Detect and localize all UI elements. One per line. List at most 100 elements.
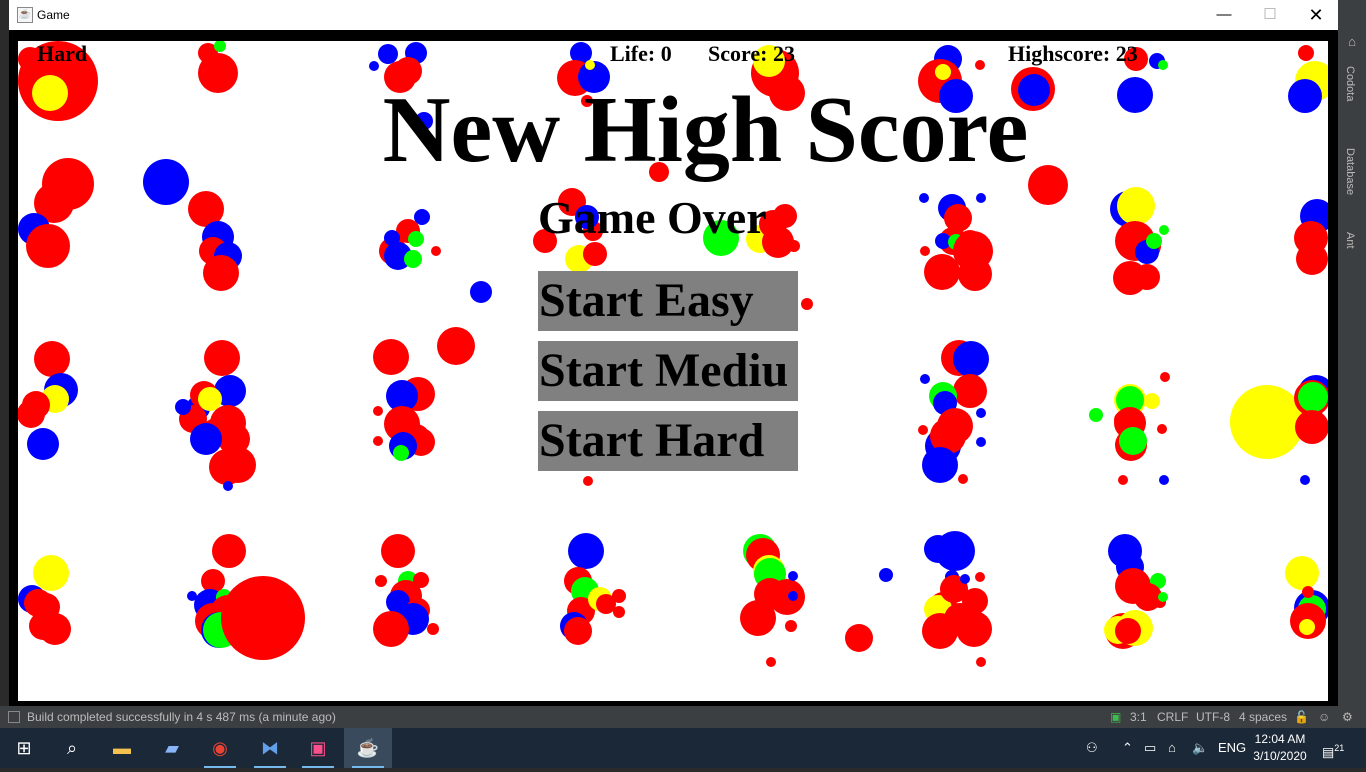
battery-icon[interactable]: ▭ (1144, 728, 1156, 768)
bubble (976, 657, 986, 667)
language-indicator[interactable]: ENG (1218, 728, 1246, 768)
network-icon[interactable]: ⌂ (1168, 728, 1176, 768)
bubble (33, 555, 69, 591)
bubble (976, 437, 986, 447)
terminal-icon[interactable]: ▣ (1110, 710, 1121, 724)
start-medium-label: Start Mediu (539, 344, 789, 397)
bubble (414, 209, 430, 225)
build-status-message[interactable]: Build completed successfully in 4 s 487 … (27, 710, 336, 724)
bubble (1089, 408, 1103, 422)
bubble (1296, 243, 1328, 275)
bubble (953, 231, 993, 271)
search-icon[interactable]: ⌕ (48, 728, 96, 768)
file-encoding[interactable]: UTF-8 (1196, 710, 1230, 724)
bubble (922, 613, 958, 649)
bubble (975, 572, 985, 582)
intellij-icon[interactable]: ▣ (294, 728, 342, 768)
difficulty-label: Hard (37, 41, 88, 66)
bubble (773, 204, 797, 228)
bubble (1117, 187, 1155, 225)
start-easy-label: Start Easy (539, 274, 754, 327)
file-explorer-icon[interactable]: ▬ (98, 728, 146, 768)
bubble (27, 428, 59, 460)
bubble (785, 620, 797, 632)
bubble (190, 423, 222, 455)
bubble (404, 250, 422, 268)
bubble (1298, 382, 1328, 412)
bubble (920, 374, 930, 384)
close-button[interactable]: ✕ (1293, 0, 1339, 30)
start-hard-button[interactable]: Start Hard (538, 411, 798, 471)
chrome-icon[interactable]: ◉ (196, 728, 244, 768)
bubble (769, 579, 805, 615)
show-hidden-icons-chevron[interactable]: ⌃ (1122, 728, 1133, 768)
bubble (1144, 393, 1160, 409)
start-hard-label: Start Hard (539, 414, 765, 467)
desktop-app-icon[interactable]: ▰ (148, 728, 196, 768)
bubble (766, 657, 776, 667)
window-titlebar[interactable]: ☕ Game — ☐ ✕ (9, 0, 1338, 30)
bubble (612, 589, 626, 603)
vscode-icon[interactable]: ⧓ (246, 728, 294, 768)
bubble (920, 246, 930, 256)
window-title: Game (37, 8, 70, 22)
windows-start-icon[interactable]: ⊞ (0, 728, 48, 768)
tab-database[interactable]: Database (1344, 148, 1356, 195)
volume-icon[interactable]: 🔈 (1192, 728, 1208, 768)
bubble (1285, 556, 1319, 590)
notification-bell-icon[interactable]: ⌂ (1344, 34, 1360, 50)
game-window: ☕ Game — ☐ ✕ Hard Life: 0 Score: 23 High… (9, 0, 1338, 708)
minimize-button[interactable]: — (1201, 0, 1247, 30)
bubble (788, 240, 800, 252)
notification-count: 21 (1334, 743, 1345, 753)
cursor-position[interactable]: 3:1 (1130, 710, 1147, 724)
line-separator[interactable]: CRLF (1157, 710, 1188, 724)
bubble (956, 611, 992, 647)
maximize-button[interactable]: ☐ (1247, 0, 1293, 30)
start-medium-button[interactable]: Start Mediu (538, 341, 798, 401)
bubble (369, 61, 379, 71)
bubble (375, 575, 387, 587)
tab-codota[interactable]: Codota (1344, 66, 1356, 101)
bubble (613, 606, 625, 618)
java-app-icon[interactable]: ☕ (344, 728, 392, 768)
event-log-icon[interactable] (8, 711, 20, 723)
notifications-icon[interactable]: ⚙ (1342, 710, 1353, 724)
action-center-icon[interactable]: ▤21 (1322, 728, 1344, 768)
highscore-counter: Highscore: 23 (1008, 41, 1138, 66)
bubble (879, 568, 893, 582)
bubble (1295, 410, 1328, 444)
bubble (1114, 411, 1132, 429)
bubble (962, 588, 988, 614)
bubble (801, 298, 813, 310)
bubble (762, 226, 794, 258)
inspector-icon[interactable]: ☺ (1318, 710, 1330, 724)
bubble (958, 474, 968, 484)
bubble (1157, 424, 1167, 434)
bubble (845, 624, 873, 652)
new-high-score-title: New High Score (382, 78, 1029, 182)
lock-icon[interactable]: 🔓 (1294, 710, 1309, 724)
bubble (1300, 475, 1310, 485)
bubble (788, 591, 798, 601)
bubble (373, 611, 409, 647)
bubble (39, 613, 71, 645)
bubble (960, 574, 970, 584)
windows-taskbar: ⊞ ⌕ ▬ ▰ ◉ ⧓ ▣ ☕ ⚇ ⌃ ▭ ⌂ 🔈 ENG 12:04 AM 3… (0, 728, 1366, 768)
start-easy-button[interactable]: Start Easy (538, 271, 798, 331)
indent-setting[interactable]: 4 spaces (1239, 710, 1287, 724)
tab-ant[interactable]: Ant (1344, 232, 1356, 249)
bubble (976, 193, 986, 203)
bubble (788, 571, 798, 581)
bubble (381, 534, 415, 568)
bubble (568, 533, 604, 569)
bubble (431, 246, 441, 256)
bubble (1230, 385, 1304, 459)
system-clock[interactable]: 12:04 AM 3/10/2020 (1249, 731, 1311, 765)
bubble (1159, 475, 1169, 485)
people-icon[interactable]: ⚇ (1086, 728, 1098, 768)
bubble (220, 447, 256, 483)
bubble (378, 44, 398, 64)
game-canvas[interactable]: Hard Life: 0 Score: 23 Highscore: 23 New… (18, 41, 1328, 701)
bubble (212, 534, 246, 568)
